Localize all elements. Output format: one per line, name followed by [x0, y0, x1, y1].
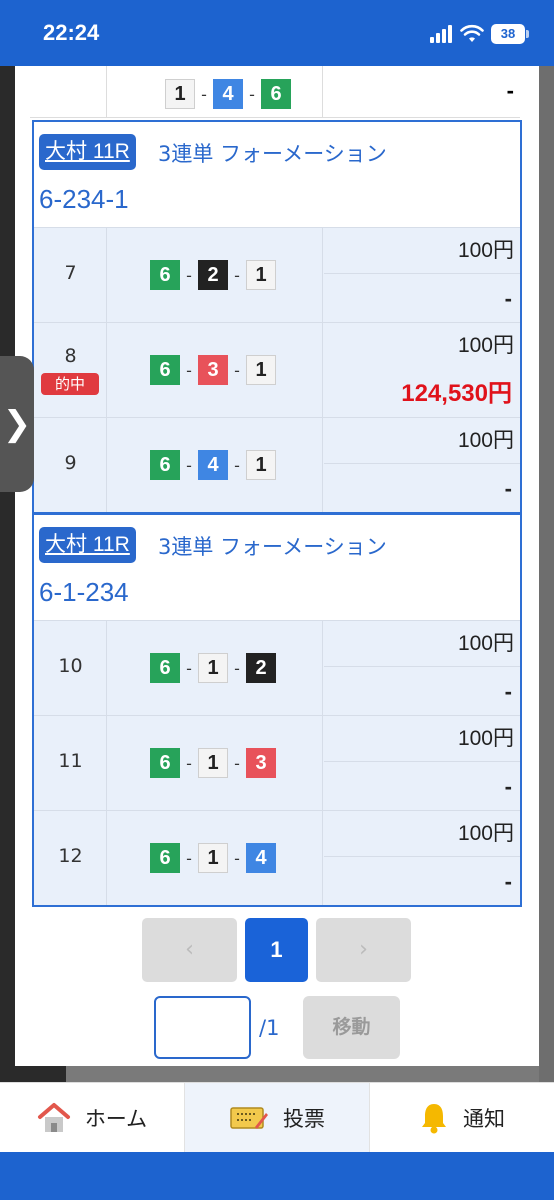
- hit-badge: 的中: [41, 373, 99, 395]
- table-row: 12 6 - 1 - 4 100円 -: [34, 810, 520, 905]
- next-page-button[interactable]: ›: [316, 918, 411, 982]
- move-button[interactable]: 移動: [303, 996, 400, 1059]
- combination: 6 - 1 - 4: [150, 843, 276, 873]
- table-row: 8 的中 6 - 3 - 1 100円 124,530円: [34, 322, 520, 417]
- chevron-right-icon[interactable]: ❯: [0, 356, 34, 492]
- combination: 6 - 2 - 1: [150, 260, 276, 290]
- bet-group-header: 大村 11R 3連単 フォーメーション 6-234-1: [34, 122, 520, 227]
- payout: -: [504, 679, 512, 704]
- bet-amount: 100円: [324, 716, 520, 762]
- boat-number: 1: [246, 260, 276, 290]
- bet-list-sheet: 1 - 4 - 6 - 大村 11R 3連単 フォーメーション 6-234-1 …: [15, 66, 539, 1066]
- status-time: 22:24: [43, 20, 100, 45]
- combination: 6 - 4 - 1: [150, 450, 276, 480]
- combination: 6 - 3 - 1: [150, 355, 276, 385]
- tab-home[interactable]: ホーム: [0, 1083, 185, 1152]
- bet-amount: 100円: [324, 811, 520, 857]
- row-number: 11: [58, 750, 83, 772]
- combination: 6 - 1 - 2: [150, 653, 276, 683]
- boat-number: 4: [246, 843, 276, 873]
- bell-icon: [422, 1103, 446, 1133]
- row-number: 7: [64, 262, 77, 284]
- boat-number: 1: [198, 653, 228, 683]
- bet-amount: 100円: [324, 621, 520, 667]
- row-number: 12: [58, 845, 83, 867]
- boat-number: 6: [150, 450, 180, 480]
- bet-group-header: 大村 11R 3連単 フォーメーション 6-1-234: [34, 515, 520, 620]
- table-row: 1 - 4 - 6 -: [30, 66, 520, 118]
- system-home-bar: [0, 1152, 554, 1200]
- status-bar: 22:24 38: [0, 0, 554, 66]
- boat-number: 1: [165, 79, 195, 109]
- bottom-tab-bar: ホーム 投票 通知: [0, 1082, 554, 1152]
- bet-group: 大村 11R 3連単 フォーメーション 6-234-1 7 6 - 2 - 1 …: [32, 120, 522, 514]
- payout: -: [506, 78, 514, 103]
- payout: -: [504, 476, 512, 501]
- boat-number: 3: [246, 748, 276, 778]
- row-number: 10: [58, 655, 83, 677]
- ticket-pen-icon: [230, 1106, 268, 1129]
- combination: 1 - 4 - 6: [165, 79, 291, 109]
- home-icon: [37, 1102, 70, 1132]
- boat-number: 6: [150, 843, 180, 873]
- row-number: 9: [64, 452, 77, 474]
- boat-number: 6: [261, 79, 291, 109]
- wifi-icon: [460, 24, 484, 42]
- boat-number: 4: [213, 79, 243, 109]
- bet-amount: 100円: [324, 418, 520, 464]
- payout: -: [504, 286, 512, 311]
- table-row: 10 6 - 1 - 2 100円 -: [34, 620, 520, 715]
- bet-type: 3連単 フォーメーション: [158, 142, 387, 166]
- tab-notify[interactable]: 通知: [370, 1083, 554, 1152]
- bet-amount: 100円: [324, 228, 520, 274]
- boat-number: 6: [150, 260, 180, 290]
- boat-number: 2: [246, 653, 276, 683]
- boat-number: 6: [150, 653, 180, 683]
- current-page-button[interactable]: 1: [245, 918, 308, 982]
- row-number: 8: [64, 345, 77, 367]
- boat-number: 1: [246, 450, 276, 480]
- bet-group: 大村 11R 3連単 フォーメーション 6-1-234 10 6 - 1 - 2…: [32, 513, 522, 907]
- signal-icon: [430, 25, 454, 43]
- boat-number: 1: [246, 355, 276, 385]
- page-number-input[interactable]: [154, 996, 251, 1059]
- combination: 6 - 1 - 3: [150, 748, 276, 778]
- boat-number: 1: [198, 843, 228, 873]
- tab-notify-label: 通知: [463, 1106, 505, 1131]
- boat-number: 3: [198, 355, 228, 385]
- table-row: 7 6 - 2 - 1 100円 -: [34, 227, 520, 322]
- bet-type: 3連単 フォーメーション: [158, 535, 387, 559]
- boat-number: 6: [150, 748, 180, 778]
- formation-label: 6-1-234: [39, 577, 129, 607]
- formation-label: 6-234-1: [39, 184, 129, 214]
- table-row: 11 6 - 1 - 3 100円 -: [34, 715, 520, 810]
- venue-link[interactable]: 大村 11R: [39, 134, 136, 170]
- tab-vote-label: 投票: [283, 1106, 325, 1131]
- tab-home-label: ホーム: [84, 1106, 148, 1131]
- payout: -: [504, 869, 512, 894]
- boat-number: 1: [198, 748, 228, 778]
- payout-hit: 124,530円: [401, 380, 512, 407]
- bet-amount: 100円: [457, 334, 514, 357]
- battery-icon: 38: [491, 24, 525, 44]
- prev-page-button[interactable]: ‹: [142, 918, 237, 982]
- payout: -: [504, 774, 512, 799]
- boat-number: 4: [198, 450, 228, 480]
- venue-link[interactable]: 大村 11R: [39, 527, 136, 563]
- table-row: 9 6 - 4 - 1 100円 -: [34, 417, 520, 512]
- boat-number: 6: [150, 355, 180, 385]
- page-total: /1: [259, 1016, 280, 1040]
- boat-number: 2: [198, 260, 228, 290]
- page-underlay-right: [539, 66, 554, 1082]
- tab-vote[interactable]: 投票: [185, 1083, 370, 1152]
